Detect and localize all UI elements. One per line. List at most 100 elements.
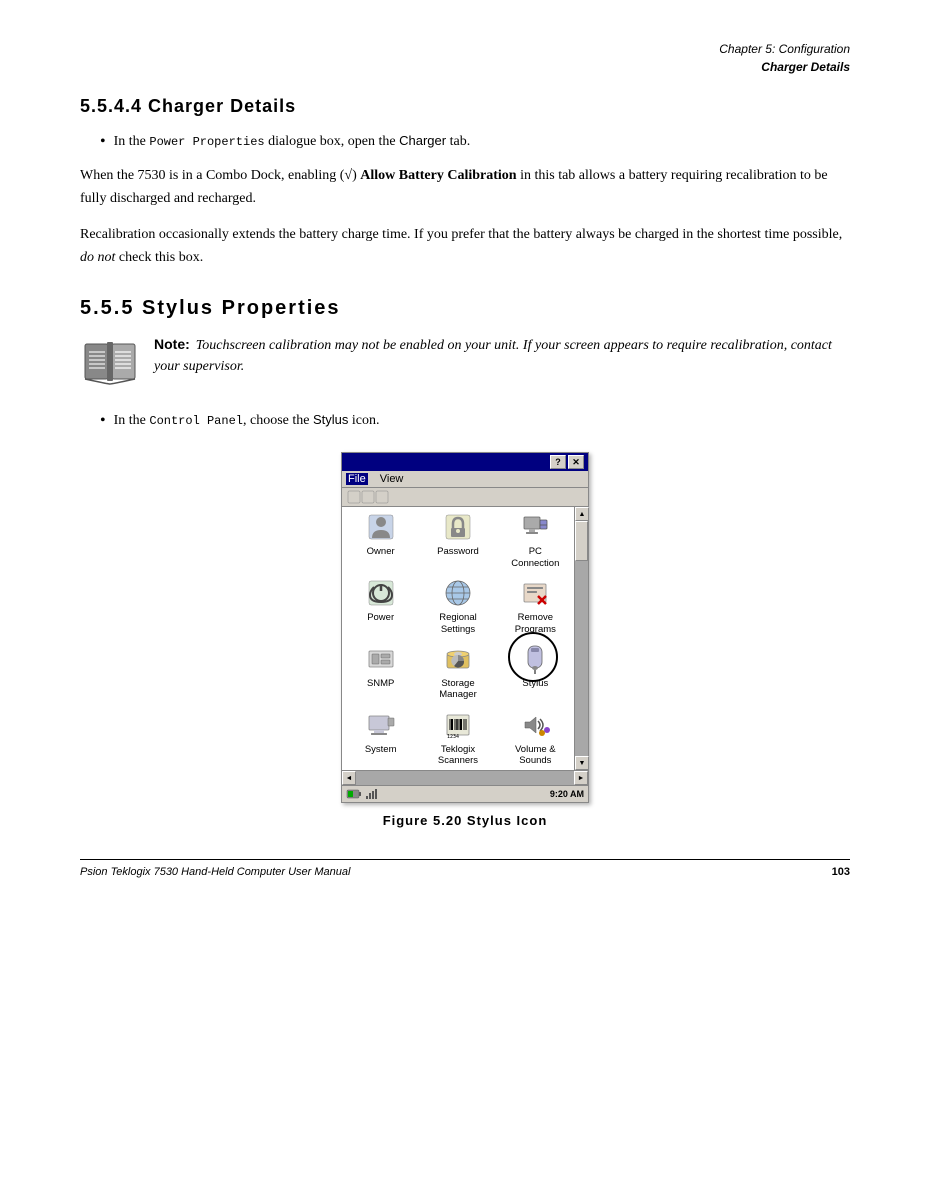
cp-status-bar: 9:20 AM <box>342 785 588 802</box>
remove-programs-label: RemovePrograms <box>515 612 556 635</box>
pc-connection-label: PCConnection <box>511 546 559 569</box>
scroll-track <box>575 521 588 756</box>
control-panel-window: ? ✕ File View <box>341 452 589 803</box>
storage-manager-svg <box>443 644 473 674</box>
cp-item-pc-connection[interactable]: PCConnection <box>497 507 574 573</box>
cp-item-volume-sounds[interactable]: Volume &Sounds <box>497 705 574 771</box>
cp-titlebar-buttons: ? ✕ <box>550 455 584 469</box>
cp-titlebar: ? ✕ <box>342 453 588 471</box>
cp-h-scroll[interactable]: ◄ ► <box>342 771 588 785</box>
power-icon <box>365 577 397 609</box>
scroll-thumb <box>575 521 588 561</box>
section-555-bullet1: • In the Control Panel, choose the Stylu… <box>100 410 850 432</box>
cp-menu-view[interactable]: View <box>378 473 406 485</box>
regional-settings-svg <box>443 578 473 608</box>
teklogix-scanners-svg: 1234 <box>443 710 473 740</box>
section-544-para2: Recalibration occasionally extends the b… <box>80 224 850 269</box>
remove-programs-icon <box>519 577 551 609</box>
status-icons <box>346 788 377 800</box>
footer-title: Psion Teklogix 7530 Hand-Held Computer U… <box>80 866 350 878</box>
h-scroll-track <box>356 771 574 785</box>
password-icon <box>442 511 474 543</box>
cp-toolbar <box>342 488 588 507</box>
figure-container: ? ✕ File View <box>80 452 850 828</box>
cp-item-power[interactable]: Power <box>342 573 419 639</box>
bullet-symbol: • <box>100 131 106 153</box>
storage-manager-icon <box>442 643 474 675</box>
power-label: Power <box>367 612 394 623</box>
section-line: Charger Details <box>80 58 850 76</box>
signal-icon <box>365 788 377 800</box>
cp-item-regional-settings[interactable]: RegionalSettings <box>419 573 496 639</box>
cp-content-wrapper: Owner Password <box>342 507 588 770</box>
teklogix-scanners-label: TeklogixScanners <box>438 744 478 767</box>
cp-toolbar-svg <box>346 490 546 504</box>
page-footer: Psion Teklogix 7530 Hand-Held Computer U… <box>80 859 850 878</box>
pc-connection-icon <box>519 511 551 543</box>
note-content: Note:Touchscreen calibration may not be … <box>154 334 850 377</box>
owner-svg <box>366 512 396 542</box>
remove-programs-svg <box>520 578 550 608</box>
cp-item-storage-manager[interactable]: StorageManager <box>419 639 496 705</box>
cp-grid: Owner Password <box>342 507 574 770</box>
bullet-symbol-2: • <box>100 410 106 432</box>
stylus-label: Stylus <box>522 678 548 689</box>
allow-battery-calibration-text: Allow Battery Calibration <box>360 168 516 183</box>
cp-item-teklogix-scanners[interactable]: 1234 TeklogixScanners <box>419 705 496 771</box>
cp-item-system[interactable]: System <box>342 705 419 771</box>
cp-item-stylus[interactable]: Stylus <box>497 639 574 705</box>
section-544-para1: When the 7530 is in a Combo Dock, enabli… <box>80 165 850 210</box>
volume-sounds-svg <box>520 710 550 740</box>
footer-page-number: 103 <box>832 866 850 878</box>
volume-sounds-icon <box>519 709 551 741</box>
storage-manager-label: StorageManager <box>439 678 477 701</box>
teklogix-scanners-icon: 1234 <box>442 709 474 741</box>
cp-menu-file[interactable]: File <box>346 473 368 485</box>
scroll-right-button[interactable]: ► <box>574 771 588 785</box>
cp-item-owner[interactable]: Owner <box>342 507 419 573</box>
system-svg <box>366 710 396 740</box>
system-label: System <box>365 744 397 755</box>
cp-bottom-row: ◄ ► <box>342 770 588 785</box>
cp-scrollbar[interactable]: ▲ ▼ <box>574 507 588 770</box>
password-label: Password <box>437 546 479 557</box>
cp-menubar: File View <box>342 471 588 488</box>
owner-label: Owner <box>367 546 395 557</box>
cp-item-remove-programs[interactable]: RemovePrograms <box>497 573 574 639</box>
bullet-text-2: In the Control Panel, choose the Stylus … <box>114 410 380 431</box>
password-svg <box>443 512 473 542</box>
pc-connection-svg <box>520 512 550 542</box>
control-panel-code: Control Panel <box>149 414 243 428</box>
cp-close-button[interactable]: ✕ <box>568 455 584 469</box>
power-properties-code: Power Properties <box>149 135 264 149</box>
page: Chapter 5: Configuration Charger Details… <box>0 0 930 908</box>
page-header: Chapter 5: Configuration Charger Details <box>80 40 850 76</box>
power-svg <box>366 578 396 608</box>
figure-caption: Figure 5.20 Stylus Icon <box>383 813 548 828</box>
scroll-down-button[interactable]: ▼ <box>575 756 589 770</box>
volume-sounds-label: Volume &Sounds <box>515 744 556 767</box>
cp-item-snmp[interactable]: SNMP <box>342 639 419 705</box>
battery-icon <box>346 788 362 800</box>
cp-item-password[interactable]: Password <box>419 507 496 573</box>
stylus-icon <box>519 643 551 675</box>
snmp-svg <box>366 644 396 674</box>
note-book-icon <box>80 334 140 394</box>
snmp-label: SNMP <box>367 678 394 689</box>
chapter-line: Chapter 5: Configuration <box>80 40 850 58</box>
note-label: Note: <box>154 336 190 352</box>
bullet-text: In the Power Properties dialogue box, op… <box>114 131 471 152</box>
regional-settings-icon <box>442 577 474 609</box>
cp-help-button[interactable]: ? <box>550 455 566 469</box>
stylus-code: Stylus <box>313 412 348 427</box>
regional-settings-label: RegionalSettings <box>439 612 477 635</box>
svg-text:1234: 1234 <box>447 734 459 740</box>
section-544-bullet1: • In the Power Properties dialogue box, … <box>100 131 850 153</box>
note-text: Touchscreen calibration may not be enabl… <box>154 338 832 374</box>
snmp-icon <box>365 643 397 675</box>
note-block: Note:Touchscreen calibration may not be … <box>80 334 850 394</box>
scroll-up-button[interactable]: ▲ <box>575 507 589 521</box>
scroll-left-button[interactable]: ◄ <box>342 771 356 785</box>
section-555-heading: 5.5.5 Stylus Properties <box>80 297 850 320</box>
do-not-text: do not <box>80 250 115 265</box>
